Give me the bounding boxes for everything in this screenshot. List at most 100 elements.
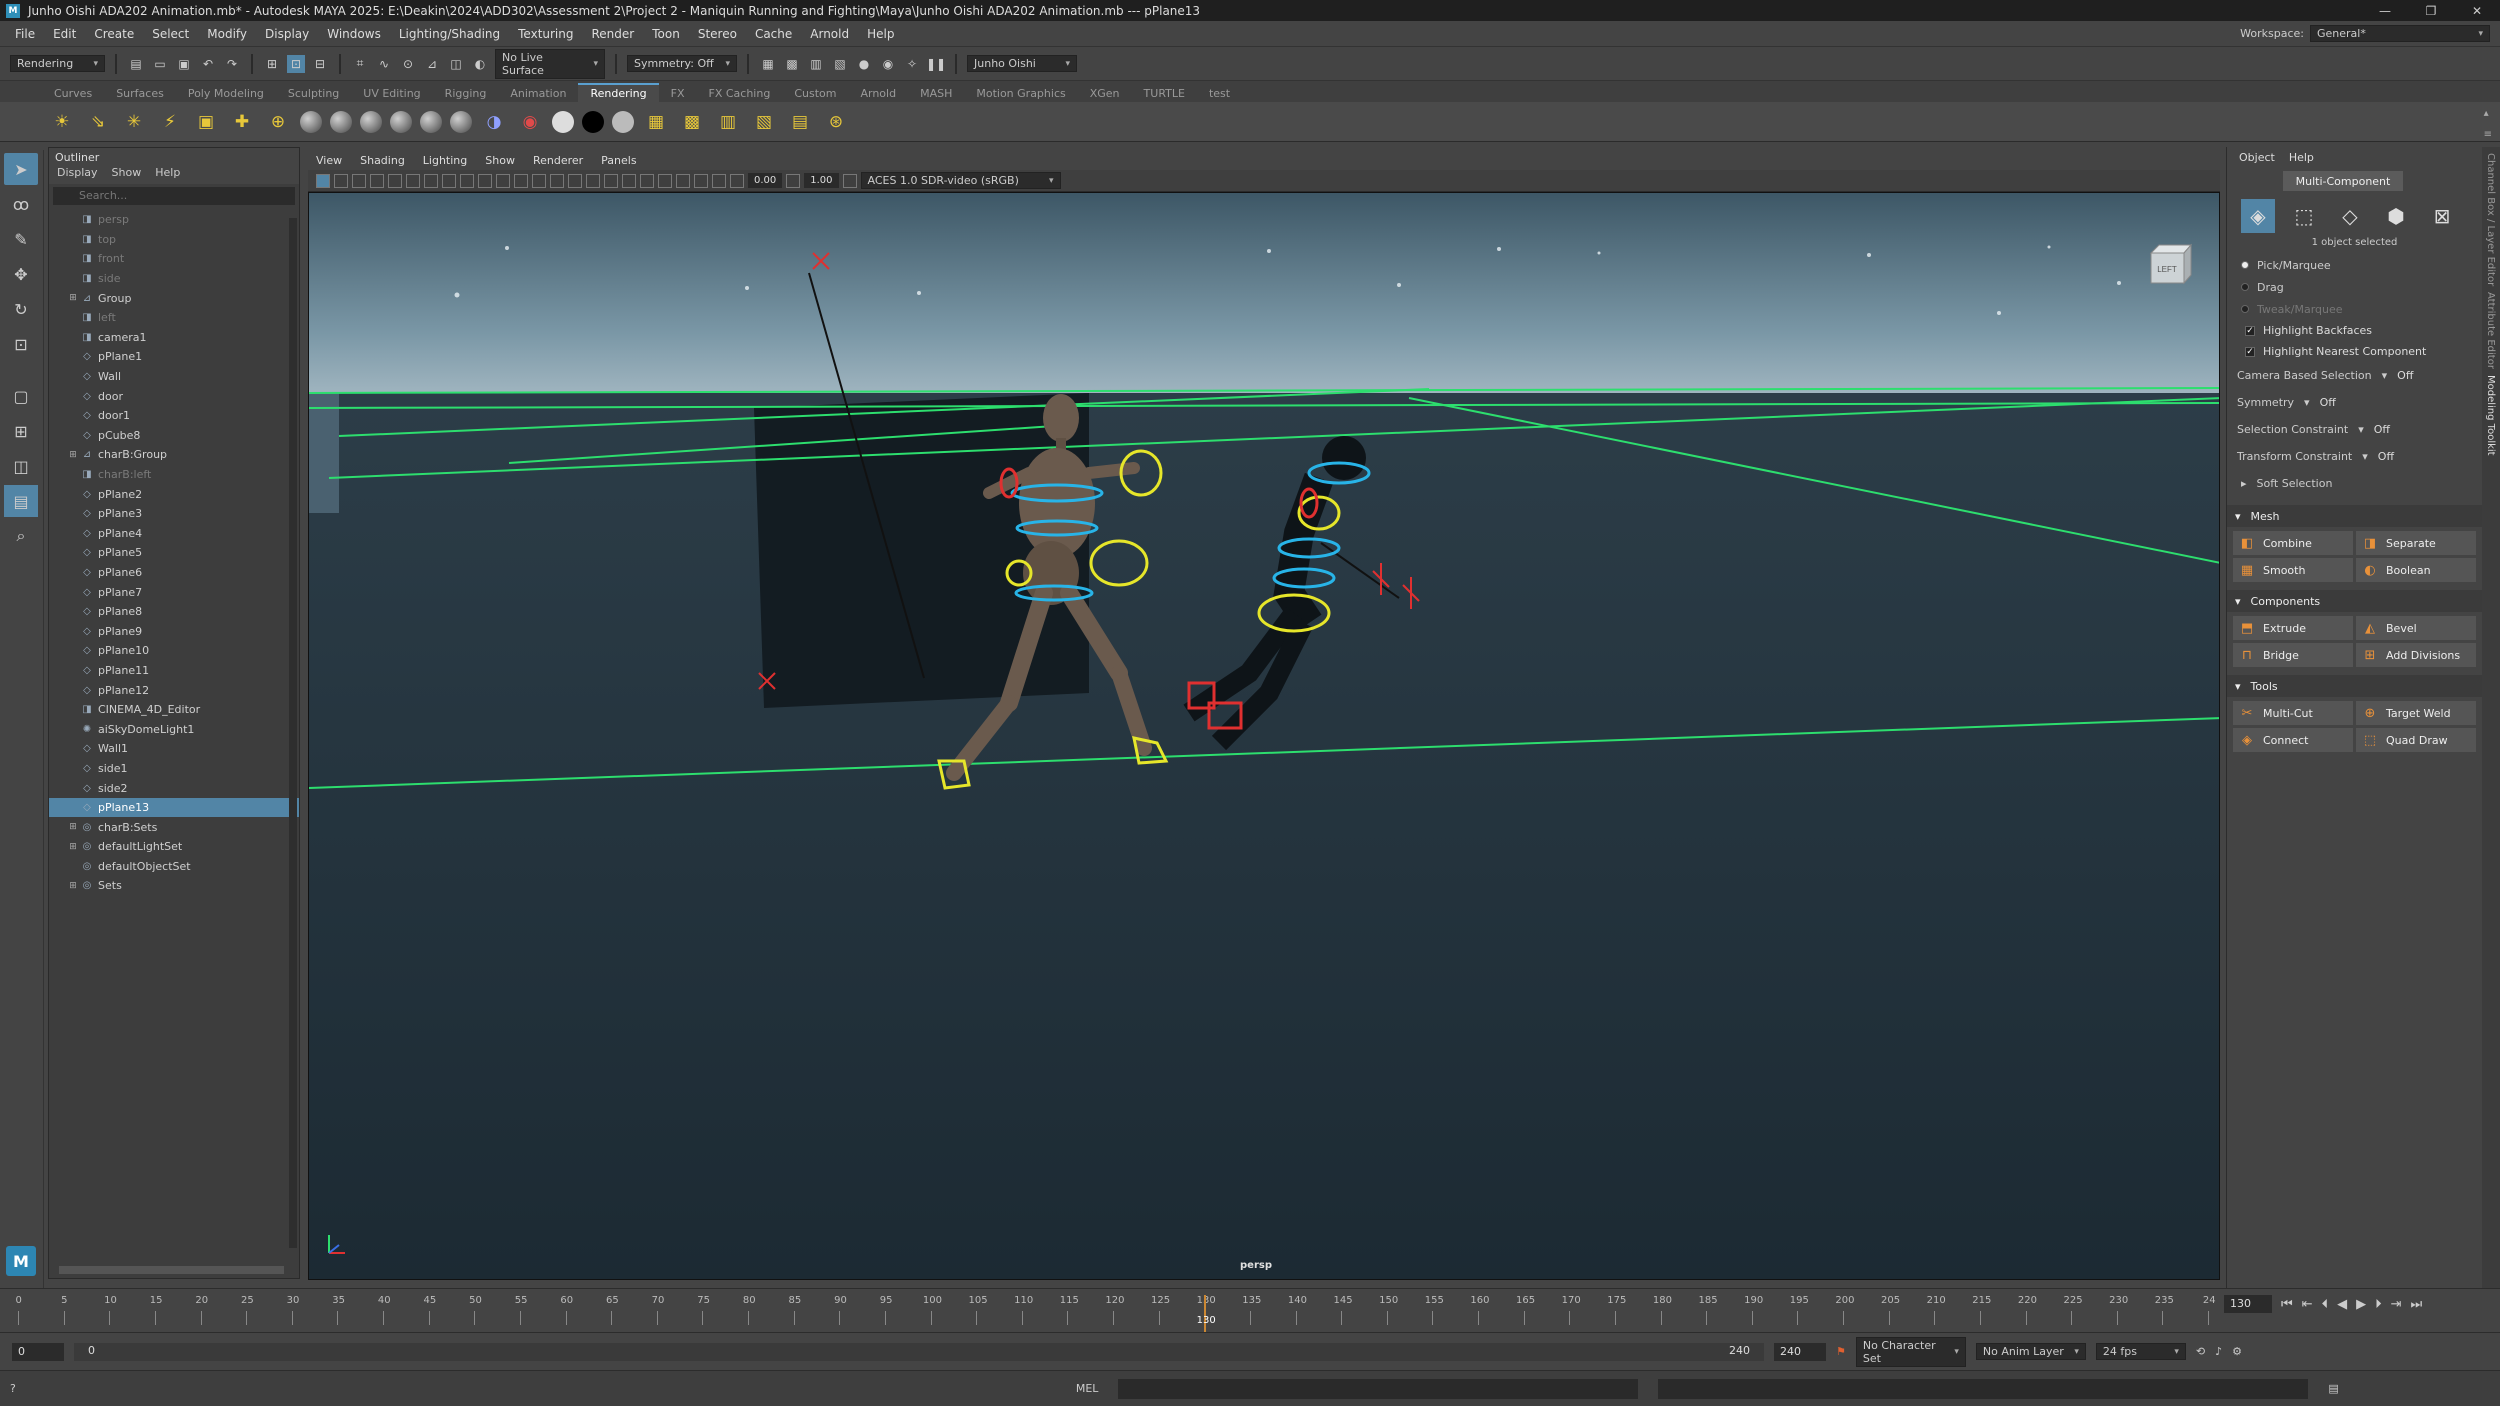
expand-toggle-icon[interactable]: ⊞ [67, 842, 79, 852]
shelf-tab-test[interactable]: test [1197, 85, 1242, 102]
outliner-item[interactable]: ◇ door1 [49, 406, 299, 426]
step-forward-key-icon[interactable]: ⇥ [2391, 1297, 2402, 1312]
anisotropic-material-icon[interactable] [420, 110, 442, 133]
bevel-button[interactable]: ◭ Bevel [2356, 616, 2476, 640]
gray-material-icon[interactable] [612, 110, 634, 133]
menu-help[interactable]: Help [858, 27, 903, 41]
single-view-icon[interactable]: ▢ [4, 380, 38, 412]
symmetry-dropdown[interactable]: Symmetry: Off [627, 55, 737, 72]
close-button[interactable]: ✕ [2454, 0, 2500, 21]
camera-select-icon[interactable] [316, 173, 330, 188]
outliner-item[interactable]: ◇ pPlane5 [49, 543, 299, 563]
play-forwards-icon[interactable]: ▶ [2356, 1297, 2366, 1312]
viewport-menu-show[interactable]: Show [485, 154, 515, 167]
render-frame-icon[interactable]: ▩ [678, 108, 706, 136]
current-time-indicator[interactable] [1204, 1295, 1207, 1333]
ipr-render-icon[interactable]: ▥ [807, 55, 825, 73]
gamma-icon[interactable] [786, 173, 801, 188]
surface-shader-icon[interactable] [390, 110, 412, 133]
color-management-icon[interactable] [842, 173, 857, 188]
time-slider[interactable]: 0 5 10 15 20 25 30 35 40 45 50 55 60 65 70 75 80 85 90 95 10… [0, 1288, 2500, 1333]
expand-toggle-icon[interactable]: ⊞ [67, 293, 79, 303]
viewport-persp[interactable]: LEFT [308, 192, 2220, 1280]
volume-light-icon[interactable]: ✚ [228, 108, 256, 136]
shelf-tab-mash[interactable]: MASH [908, 85, 964, 102]
transform-constraint-option[interactable]: Transform Constraint ▾ Off [2227, 443, 2482, 470]
range-slider[interactable]: 0 240 [74, 1342, 1764, 1361]
zoom-icon[interactable]: ⌕ [4, 520, 38, 552]
anti-aliasing-icon[interactable] [640, 173, 654, 188]
outliner-item[interactable]: ◇ pPlane7 [49, 582, 299, 602]
current-frame-field[interactable]: 130 [2224, 1295, 2272, 1313]
hypershade-icon[interactable]: ● [855, 55, 873, 73]
viewport-menu-lighting[interactable]: Lighting [423, 154, 467, 167]
lasso-tool-icon[interactable]: ꝏ [4, 188, 38, 220]
channel-box-tab[interactable]: Channel Box / Layer Editor [2485, 153, 2496, 286]
hypershade-icon[interactable]: ◉ [516, 108, 544, 136]
outliner-item[interactable]: ⊞ ⊿ charB:Group [49, 445, 299, 465]
blinn-material-icon[interactable] [330, 110, 352, 133]
step-back-frame-icon[interactable]: ⏴ [2322, 1297, 2329, 1312]
outliner-item[interactable]: ✺ aiSkyDomeLight1 [49, 719, 299, 739]
attribute-editor-tab[interactable]: Attribute Editor [2485, 292, 2496, 369]
shelf-tab-fx[interactable]: FX [659, 85, 697, 102]
mesh-section-header[interactable]: ▾ Mesh [2227, 505, 2482, 527]
highlight-nearest-option[interactable]: ✓ Highlight Nearest Component [2227, 341, 2482, 362]
camera-based-selection-option[interactable]: Camera Based Selection ▾ Off [2227, 362, 2482, 389]
quad-draw-button[interactable]: ⬚ Quad Draw [2356, 728, 2476, 752]
outliner-item[interactable]: ◇ pPlane1 [49, 347, 299, 367]
snap-grid-icon[interactable]: ⌗ [351, 55, 369, 73]
render-frame-icon[interactable]: ▩ [783, 55, 801, 73]
fps-dropdown[interactable]: 24 fps [2095, 1343, 2186, 1360]
menu-arnold[interactable]: Arnold [801, 27, 858, 41]
menu-toon[interactable]: Toon [643, 27, 689, 41]
outliner-item[interactable]: ◨ camera1 [49, 328, 299, 348]
light-editor-icon[interactable]: ✧ [903, 55, 921, 73]
smooth-button[interactable]: ▦ Smooth [2233, 558, 2353, 582]
resolution-gate-icon[interactable] [424, 173, 438, 188]
spot-light-icon[interactable]: ⚡ [156, 108, 184, 136]
viewcube[interactable]: LEFT [2149, 243, 2193, 285]
shelf-tab-animation[interactable]: Animation [498, 85, 578, 102]
step-back-key-icon[interactable]: ⇤ [2302, 1297, 2313, 1312]
menu-cache[interactable]: Cache [746, 27, 801, 41]
wireframe-icon[interactable] [514, 173, 528, 188]
menu-display[interactable]: Display [256, 27, 318, 41]
highlight-backfaces-checkbox[interactable]: ✓ [2245, 325, 2255, 336]
modeling-toolkit-tab[interactable]: Modeling Toolkit [2485, 375, 2496, 456]
film-gate-icon[interactable] [406, 173, 420, 188]
object-mode-icon[interactable]: ◈ [2241, 199, 2275, 233]
go-to-end-icon[interactable]: ⏭ [2411, 1297, 2423, 1312]
chevron-down-icon[interactable]: ▾ [2304, 396, 2310, 409]
menu-file[interactable]: File [6, 27, 44, 41]
step-forward-frame-icon[interactable]: ⏵ [2375, 1297, 2382, 1312]
animation-start-field[interactable]: 0 [12, 1342, 64, 1361]
expand-toggle-icon[interactable]: ⊞ [67, 450, 79, 460]
smooth-shade-icon[interactable] [532, 173, 546, 188]
outliner-item[interactable]: ⊞ ◎ charB:Sets [49, 817, 299, 837]
standard-surface-icon[interactable] [450, 110, 472, 133]
outliner-item[interactable]: ⊞ ⊿ Group [49, 288, 299, 308]
shelf-tab-arnold[interactable]: Arnold [848, 85, 908, 102]
tools-section-header[interactable]: ▾ Tools [2227, 675, 2482, 697]
ambient-occlusion-icon[interactable] [622, 173, 636, 188]
chevron-down-icon[interactable]: ▾ [2382, 369, 2388, 382]
outliner-item[interactable]: ◨ top [49, 230, 299, 250]
viewport-menu-shading[interactable]: Shading [360, 154, 405, 167]
white-material-icon[interactable] [552, 110, 574, 133]
isolate-select-icon[interactable] [676, 173, 690, 188]
ipr-render-icon[interactable]: ▥ [714, 108, 742, 136]
snap-surface-icon[interactable]: ◫ [447, 55, 465, 73]
lambert-material-icon[interactable] [300, 110, 322, 133]
move-tool-icon[interactable]: ✥ [4, 258, 38, 290]
select-component-icon[interactable]: ⊟ [311, 55, 329, 73]
render-view-icon[interactable]: ▦ [642, 108, 670, 136]
new-scene-icon[interactable]: ▤ [127, 55, 145, 73]
gate-mask-icon[interactable] [442, 173, 456, 188]
snap-point-icon[interactable]: ⊙ [399, 55, 417, 73]
ramp-shader-icon[interactable]: ◑ [480, 108, 508, 136]
drag-radio[interactable] [2241, 283, 2249, 291]
shelf-tab-poly-modeling[interactable]: Poly Modeling [176, 85, 276, 102]
snap-curve-icon[interactable]: ∿ [375, 55, 393, 73]
menu-render[interactable]: Render [583, 27, 644, 41]
